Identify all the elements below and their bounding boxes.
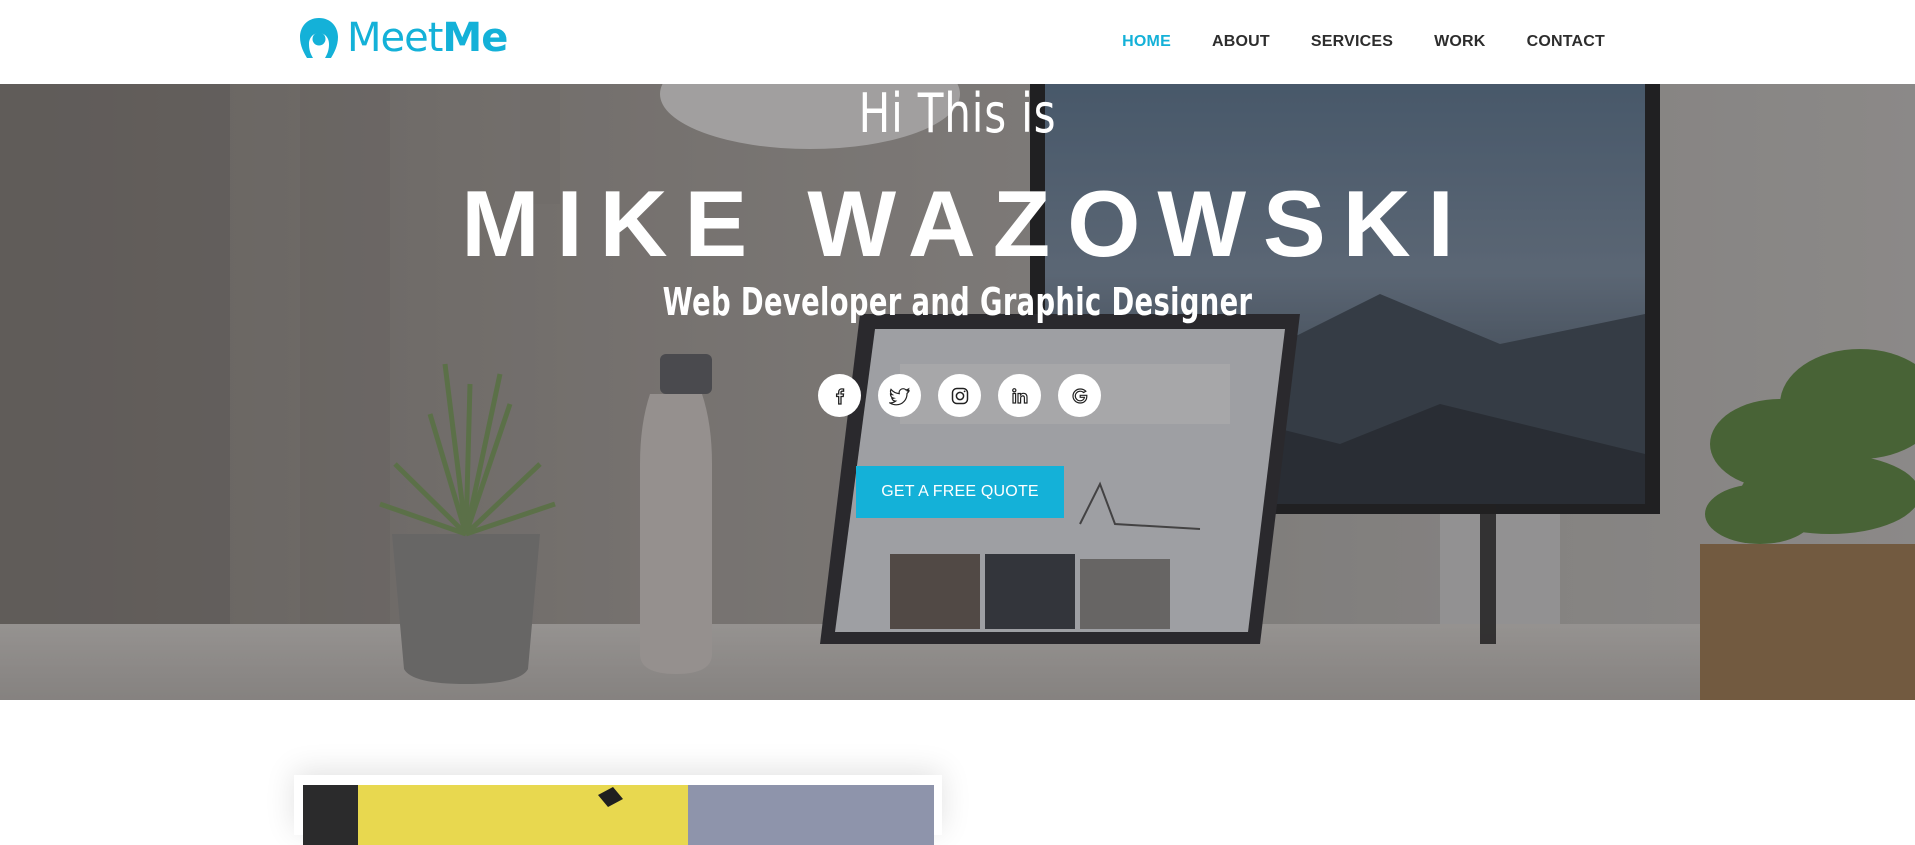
person-avatar-icon	[300, 18, 338, 58]
instagram-icon	[951, 387, 968, 404]
google-icon	[1071, 387, 1087, 404]
hero-section: Hi This is MIKE WAZOWSKI Web Developer a…	[0, 84, 1915, 700]
facebook-icon	[835, 387, 844, 405]
main-nav: HOME ABOUT SERVICES WORK CONTACT	[1081, 0, 1605, 84]
nav-home[interactable]: HOME	[1122, 33, 1171, 51]
linkedin-link[interactable]	[998, 374, 1041, 417]
about-image-card	[294, 775, 942, 845]
get-free-quote-button[interactable]: GET A FREE QUOTE	[856, 466, 1064, 518]
nav-contact[interactable]: CONTACT	[1527, 33, 1605, 51]
hero-greeting: Hi This is	[858, 84, 1057, 145]
hero-name: MIKE WAZOWSKI	[461, 171, 1471, 276]
instagram-link[interactable]	[938, 374, 981, 417]
social-links	[818, 374, 1118, 417]
twitter-icon	[888, 387, 910, 405]
hero-role: Web Developer and Graphic Designer	[662, 280, 1253, 324]
linkedin-icon	[1011, 387, 1028, 404]
logo[interactable]: MeetMe	[297, 15, 508, 61]
nav-services[interactable]: SERVICES	[1311, 33, 1393, 51]
google-link[interactable]	[1058, 374, 1101, 417]
logo-wordmark: MeetMe	[347, 15, 508, 61]
nav-work[interactable]: WORK	[1434, 33, 1485, 51]
site-header: MeetMe HOME ABOUT SERVICES WORK CONTACT	[0, 0, 1915, 84]
facebook-link[interactable]	[818, 374, 861, 417]
nav-about[interactable]: ABOUT	[1212, 33, 1270, 51]
hero-content: Hi This is MIKE WAZOWSKI Web Developer a…	[0, 84, 1915, 700]
twitter-link[interactable]	[878, 374, 921, 417]
about-photo	[303, 785, 934, 845]
